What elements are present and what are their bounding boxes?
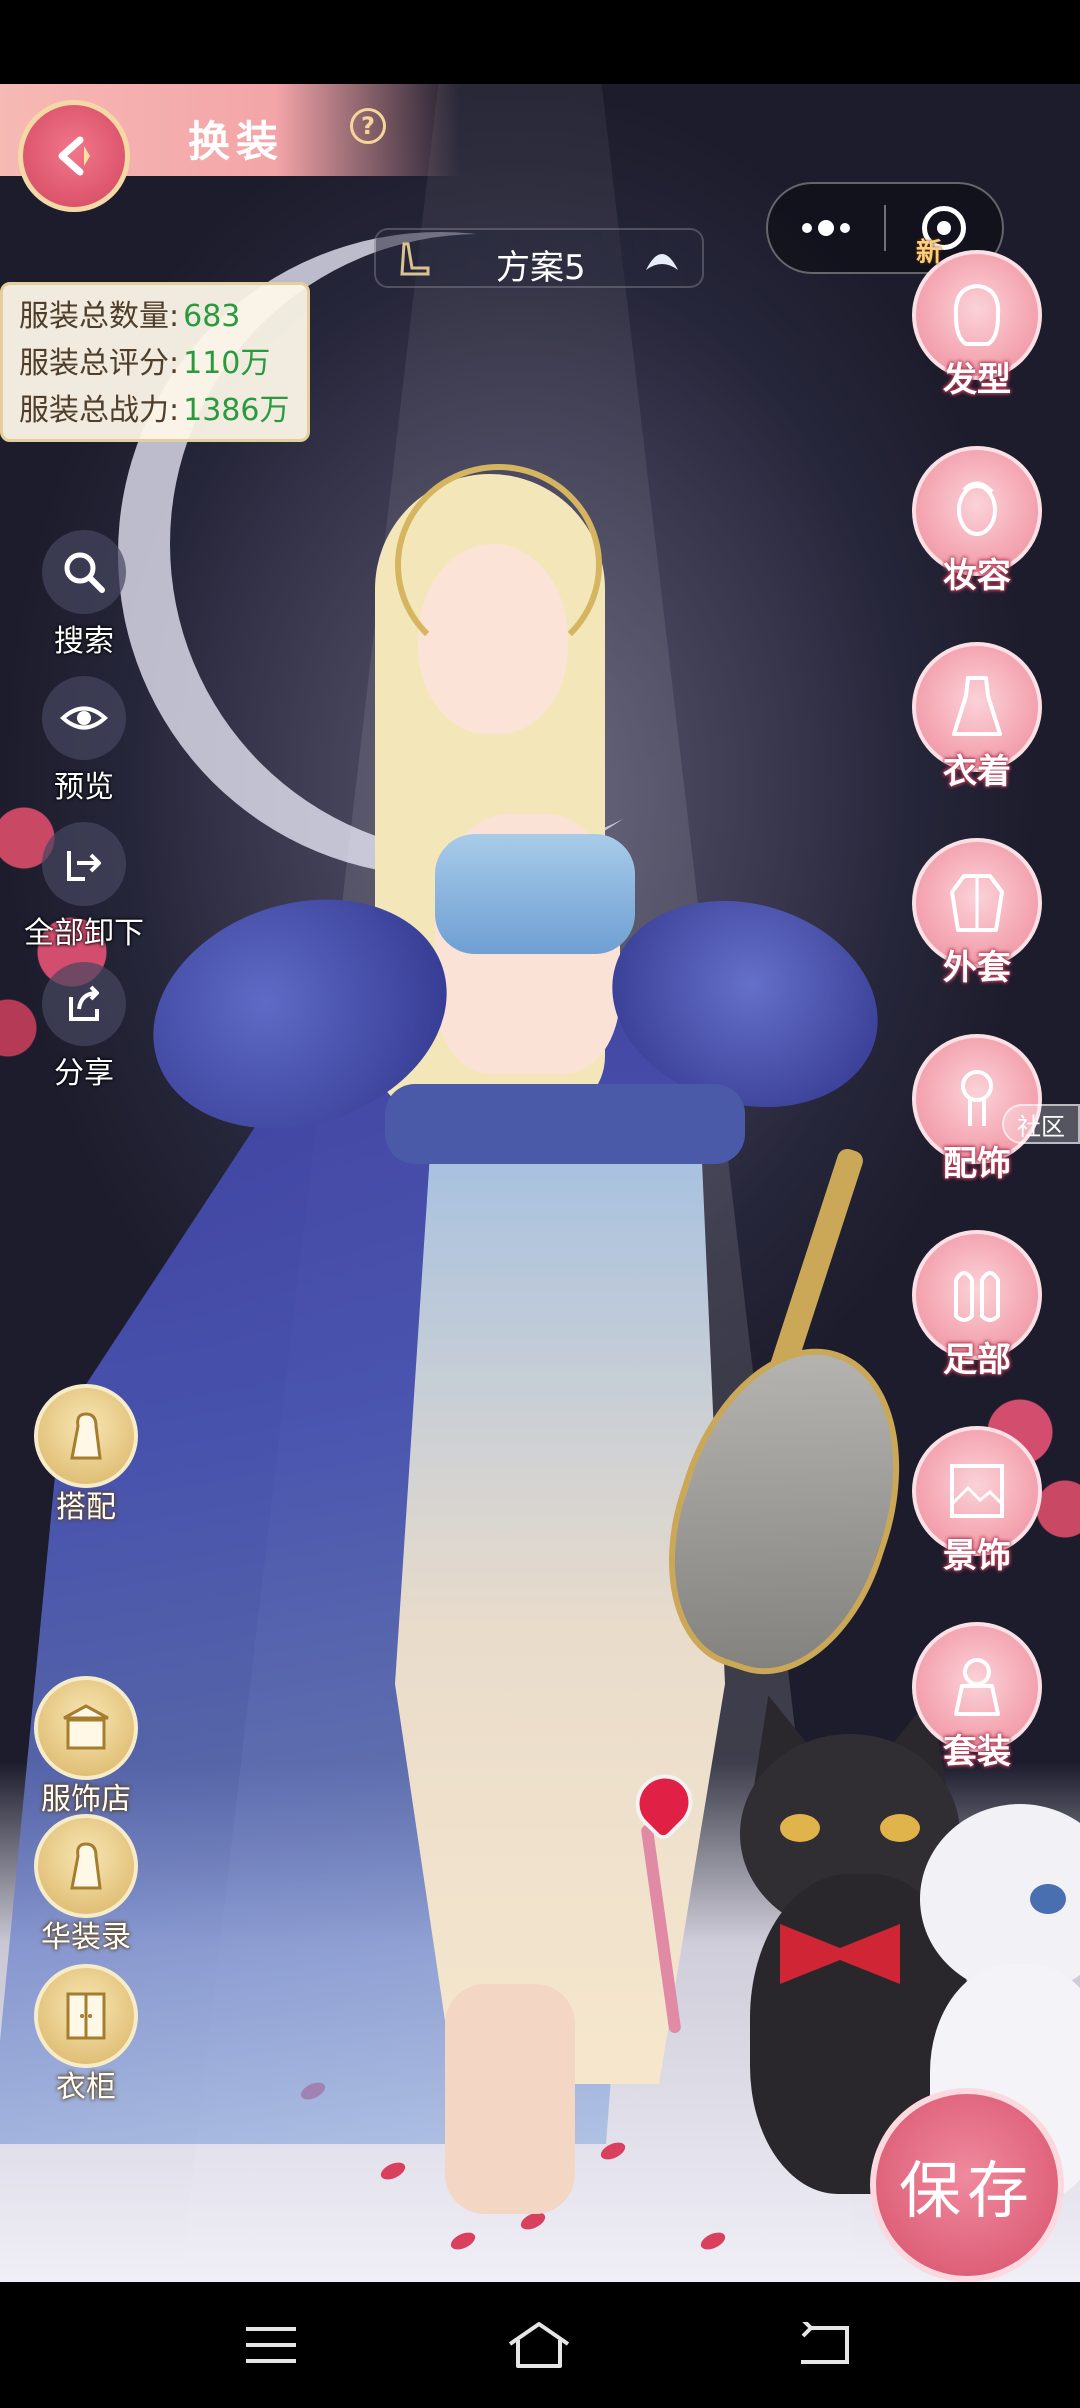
outfit-stats-panel: 服装总数量: 683 服装总评分: 110万 服装总战力: 1386万 bbox=[0, 282, 310, 442]
save-button[interactable]: 保存 bbox=[870, 2088, 1064, 2282]
more-menu-button[interactable] bbox=[768, 184, 884, 272]
menu-icon bbox=[246, 2327, 296, 2363]
makeup-icon bbox=[957, 481, 997, 536]
catalog-button[interactable]: 华装录 bbox=[26, 1814, 146, 1956]
category-makeup[interactable]: 妆容 bbox=[908, 446, 1046, 606]
catalog-icon bbox=[70, 1842, 102, 1890]
preview-button[interactable]: 预览 bbox=[36, 676, 132, 806]
back-arrow-icon bbox=[58, 136, 90, 176]
scenery-icon bbox=[950, 1464, 1004, 1518]
back-button[interactable] bbox=[18, 100, 130, 212]
category-scenery[interactable]: 景饰 bbox=[908, 1426, 1046, 1586]
category-dress[interactable]: 衣着 bbox=[908, 642, 1046, 802]
search-icon bbox=[64, 552, 105, 593]
share-button[interactable]: 分享 bbox=[36, 962, 132, 1092]
shoes-icon bbox=[954, 1271, 1000, 1322]
category-suit[interactable]: 套装 bbox=[908, 1622, 1046, 1782]
category-hairstyle[interactable]: 发型 bbox=[908, 250, 1046, 410]
suit-icon bbox=[954, 1658, 1000, 1716]
coat-icon bbox=[950, 874, 1004, 932]
eye-icon bbox=[60, 706, 108, 730]
shop-icon bbox=[63, 1704, 109, 1750]
chevron-up-icon bbox=[646, 254, 678, 270]
system-nav-bar bbox=[0, 2282, 1080, 2408]
match-button[interactable]: 搭配 bbox=[26, 1384, 146, 1526]
home-button[interactable] bbox=[504, 2310, 574, 2380]
page-title: 换装 bbox=[188, 117, 285, 166]
close-mini-program-button[interactable] bbox=[886, 206, 1002, 250]
character-feet bbox=[445, 1984, 575, 2214]
golden-halo-headpiece bbox=[395, 464, 602, 666]
dress-icon bbox=[952, 676, 1002, 736]
help-icon[interactable]: ? bbox=[350, 108, 386, 144]
pipa-instrument bbox=[633, 1144, 939, 1704]
category-shoes[interactable]: 足部 bbox=[908, 1230, 1046, 1390]
character-top bbox=[435, 834, 635, 954]
search-button[interactable]: 搜索 bbox=[36, 530, 132, 660]
remove-all-button[interactable]: 全部卸下 bbox=[24, 822, 144, 952]
home-icon bbox=[508, 2322, 570, 2368]
hairstyle-icon bbox=[953, 283, 1001, 346]
menu-button[interactable] bbox=[236, 2310, 306, 2380]
heart-wand bbox=[623, 1762, 705, 2034]
new-badge: 新 bbox=[916, 238, 943, 268]
scheme-selector[interactable]: 方案5 bbox=[374, 228, 704, 288]
remove-all-icon bbox=[67, 851, 101, 881]
category-coat[interactable]: 外套 bbox=[908, 838, 1046, 998]
stat-row-power: 服装总战力: 1386万 bbox=[19, 393, 290, 428]
scheme-label: 方案5 bbox=[496, 248, 586, 288]
wardrobe-icon bbox=[66, 1992, 106, 2040]
back-nav-button[interactable] bbox=[790, 2310, 860, 2380]
match-icon bbox=[70, 1412, 102, 1460]
stat-row-score: 服装总评分: 110万 bbox=[19, 346, 271, 381]
wardrobe-button[interactable]: 衣柜 bbox=[26, 1964, 146, 2106]
return-icon bbox=[801, 2322, 849, 2364]
shop-button[interactable]: 服饰店 bbox=[26, 1676, 146, 1818]
stat-row-count: 服装总数量: 683 bbox=[19, 299, 241, 334]
more-dots-icon bbox=[802, 223, 812, 233]
share-icon bbox=[69, 985, 99, 1021]
hanger-dress-icon bbox=[400, 242, 430, 276]
status-bar bbox=[0, 0, 1080, 84]
community-tab[interactable]: 社区 bbox=[1002, 1104, 1080, 1144]
